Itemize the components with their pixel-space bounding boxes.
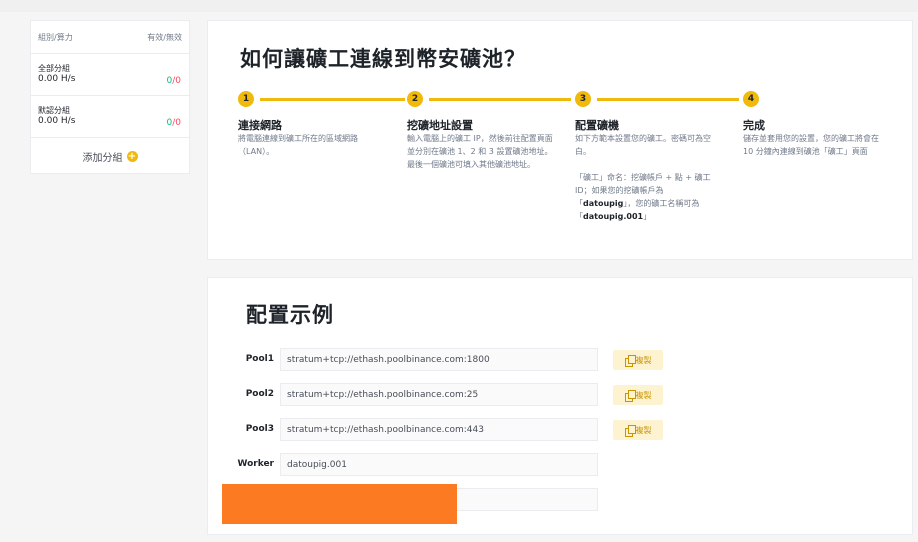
copy-icon: [624, 425, 636, 437]
step-number: 4: [743, 91, 759, 107]
copy-icon: [624, 355, 636, 367]
step-title: 連接網路: [238, 119, 282, 132]
pool3-label: Pool3: [245, 424, 274, 434]
sidebar-header: 組別/算力 有效/無效: [31, 21, 189, 53]
step-description-example: 「礦工」命名：挖礦帳戶 + 點 + 礦工 ID；如果您的挖礦帳戶為「datoup…: [575, 171, 723, 223]
top-bar: [0, 0, 918, 12]
worker-field[interactable]: datoupig.001: [280, 453, 598, 476]
group-ratio: 0/0: [166, 76, 181, 87]
invalid-count: 0: [175, 76, 181, 86]
pool3-row: Pool3 stratum+tcp://ethash.poolbinance.c…: [208, 418, 914, 442]
example-text: 」: [643, 212, 652, 221]
step-title: 挖礦地址設置: [407, 119, 473, 132]
group-ratio: 0/0: [166, 118, 181, 129]
group-name: 全部分組: [38, 64, 70, 73]
group-hashrate: 0.00 H/s: [38, 116, 76, 126]
config-title: 配置示例: [246, 303, 334, 327]
worker-row: Worker datoupig.001: [208, 453, 914, 477]
step-description: 將電腦連線到礦工所在的區域網路（LAN）。: [238, 134, 358, 156]
step-connector: [597, 98, 739, 101]
copy-label: 複製: [635, 355, 652, 365]
invalid-count: 0: [175, 118, 181, 128]
example-account: datoupig: [583, 199, 624, 208]
pool1-field[interactable]: stratum+tcp://ethash.poolbinance.com:180…: [280, 348, 598, 371]
valid-invalid-header: 有效/無效: [147, 33, 182, 42]
copy-pool2-button[interactable]: 複製: [613, 385, 663, 405]
pool1-label: Pool1: [245, 354, 274, 364]
step-number: 2: [407, 91, 423, 107]
step-connector: [260, 98, 405, 101]
step-description: 輸入電腦上的礦工 IP，然後前往配置頁面並分別在礦池 1、2 和 3 設置礦池地…: [407, 134, 553, 169]
example-worker: datoupig.001: [583, 212, 644, 221]
copy-icon: [624, 390, 636, 402]
step-description: 如下方範本設置您的礦工。密碼可為空白。 「礦工」命名：挖礦帳戶 + 點 + 礦工…: [575, 132, 723, 223]
step-description-line: 如下方範本設置您的礦工。密碼可為空白。: [575, 134, 711, 156]
howto-title: 如何讓礦工連線到幣安礦池？: [240, 47, 526, 71]
step-number: 1: [238, 91, 254, 107]
group-hashrate-header: 組別/算力: [38, 33, 73, 42]
worker-label: Worker: [237, 459, 274, 469]
group-name: 默認分組: [38, 106, 70, 115]
group-sidebar: 組別/算力 有效/無效 全部分組 0.00 H/s 0/0 默認分組 0.00 …: [30, 20, 190, 174]
redaction-overlay: [222, 484, 457, 524]
plus-circle-icon: +: [126, 151, 138, 162]
step-description: 儲存並套用您的設置，您的礦工將會在 10 分鐘內連線到礦池「礦工」頁面: [743, 134, 879, 156]
pool2-field[interactable]: stratum+tcp://ethash.poolbinance.com:25: [280, 383, 598, 406]
step-connector: [429, 98, 571, 101]
copy-label: 複製: [635, 390, 652, 400]
pool1-row: Pool1 stratum+tcp://ethash.poolbinance.c…: [208, 348, 914, 372]
howto-card: 如何讓礦工連線到幣安礦池？ 1 連接網路 將電腦連線到礦工所在的區域網路（LAN…: [207, 20, 913, 260]
pool3-field[interactable]: stratum+tcp://ethash.poolbinance.com:443: [280, 418, 598, 441]
step-title: 完成: [743, 119, 765, 132]
step-title: 配置礦機: [575, 119, 619, 132]
add-group-label: 添加分組: [82, 153, 123, 164]
step-number: 3: [575, 91, 591, 107]
group-row-all[interactable]: 全部分組 0.00 H/s 0/0: [31, 53, 189, 95]
copy-pool1-button[interactable]: 複製: [613, 350, 663, 370]
copy-label: 複製: [635, 425, 652, 435]
copy-pool3-button[interactable]: 複製: [613, 420, 663, 440]
pool2-row: Pool2 stratum+tcp://ethash.poolbinance.c…: [208, 383, 914, 407]
group-row-default[interactable]: 默認分組 0.00 H/s 0/0: [31, 95, 189, 137]
pool2-label: Pool2: [245, 389, 274, 399]
group-hashrate: 0.00 H/s: [38, 74, 76, 84]
add-group-button[interactable]: 添加分組 +: [31, 137, 189, 175]
